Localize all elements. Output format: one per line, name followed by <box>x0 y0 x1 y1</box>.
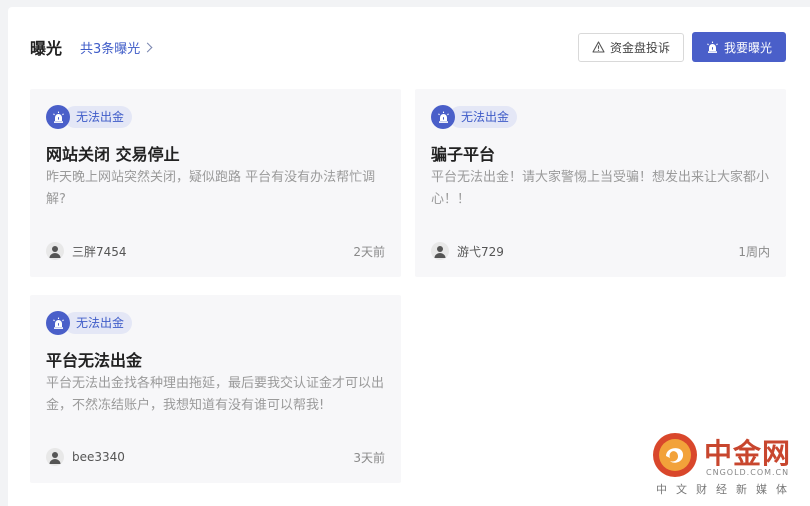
issue-badge-label: 无法出金 <box>64 312 133 334</box>
card-title: 骗子平台 <box>431 145 496 164</box>
chevron-right-icon <box>142 42 153 52</box>
card-footer: 三胖7454 2天前 <box>46 241 385 261</box>
cngold-logo-icon <box>653 433 697 477</box>
card-description: 昨天晚上网站突然关闭，疑似跑路 平台有没有办法帮忙调解? <box>46 170 376 207</box>
page-title: 曝光 <box>30 39 63 58</box>
avatar <box>46 242 64 260</box>
username[interactable]: 三胖7454 <box>72 243 127 260</box>
user-icon <box>49 452 61 464</box>
username[interactable]: bee3340 <box>72 450 125 464</box>
exposure-count-link[interactable]: 共3条曝光 <box>80 38 153 57</box>
watermark-brand-name: 中金网 <box>704 437 792 470</box>
expose-button[interactable]: 我要曝光 <box>692 32 786 62</box>
timestamp: 2天前 <box>353 244 385 259</box>
card-title: 网站关闭 交易停止 <box>46 145 180 164</box>
card-description: 平台无法出金找各种理由拖延，最后要我交认证金才可以出金，不然冻结账户，我想知道有… <box>46 376 385 413</box>
exposure-card[interactable]: 无法出金 骗子平台 平台无法出金！请大家警惕上当受骗！想发出来让大家都小心！！ … <box>415 89 786 277</box>
cngold-watermark: 中金网 CNGOLD.COM.CN 中文财经新媒体 <box>652 430 802 500</box>
fund-scheme-complaint-button[interactable]: 资金盘投诉 <box>578 32 684 62</box>
alarm-light-icon <box>707 41 718 53</box>
panel-header: 曝光 共3条曝光 资金盘投诉 我要曝光 <box>30 31 786 63</box>
exposure-count-label: 共3条曝光 <box>80 41 141 57</box>
issue-badge: 无法出金 <box>431 105 518 129</box>
user-icon <box>434 246 446 258</box>
user-icon <box>49 246 61 258</box>
timestamp: 1周内 <box>738 244 770 259</box>
alarm-light-icon <box>46 311 70 335</box>
issue-badge-label: 无法出金 <box>64 106 133 128</box>
card-description: 平台无法出金！请大家警惕上当受骗！想发出来让大家都小心！！ <box>431 170 770 207</box>
card-footer: 游弋729 1周内 <box>431 241 770 261</box>
card-footer: bee3340 3天前 <box>46 447 385 467</box>
exposure-card[interactable]: 无法出金 平台无法出金 平台无法出金找各种理由拖延，最后要我交认证金才可以出金，… <box>30 295 401 483</box>
expose-button-label: 我要曝光 <box>723 40 772 55</box>
avatar <box>46 448 64 466</box>
alarm-light-icon <box>46 105 70 129</box>
exposure-card[interactable]: 无法出金 网站关闭 交易停止 昨天晚上网站突然关闭，疑似跑路 平台有没有办法帮忙… <box>30 89 401 277</box>
issue-badge: 无法出金 <box>46 105 133 129</box>
fund-scheme-complaint-label: 资金盘投诉 <box>609 40 670 55</box>
watermark-slogan: 中文财经新媒体 <box>656 483 796 496</box>
card-title: 平台无法出金 <box>46 351 143 370</box>
issue-badge-label: 无法出金 <box>449 106 518 128</box>
warning-icon <box>592 41 605 53</box>
timestamp: 3天前 <box>353 450 385 465</box>
username[interactable]: 游弋729 <box>457 243 504 260</box>
issue-badge: 无法出金 <box>46 311 133 335</box>
watermark-domain: CNGOLD.COM.CN <box>706 468 790 477</box>
alarm-light-icon <box>431 105 455 129</box>
avatar <box>431 242 449 260</box>
